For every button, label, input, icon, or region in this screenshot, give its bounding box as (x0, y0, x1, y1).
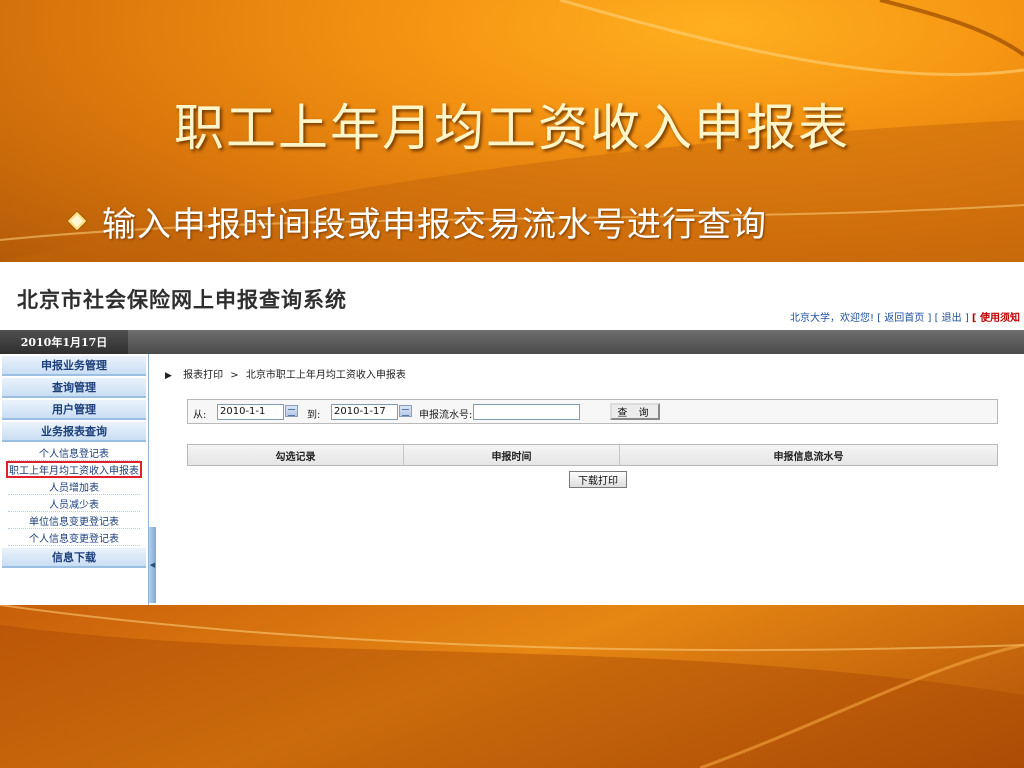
serial-label: 申报流水号: (419, 410, 473, 421)
main-content: ▶ 报表打印 > 北京市职工上年月均工资收入申报表 从: 2010-1-1 到:… (160, 354, 1024, 605)
date-display: 2010年1月17日 (0, 330, 128, 354)
sidebar-item-personal-change[interactable]: 个人信息变更登记表 (8, 529, 140, 546)
sidebar-item-personal-info[interactable]: 个人信息登记表 (8, 444, 140, 461)
sidebar: 申报业务管理 查询管理 用户管理 业务报表查询 个人信息登记表 职工上年月均工资… (0, 354, 149, 605)
sidebar-section-user[interactable]: 用户管理 (2, 400, 146, 420)
welcome-text: 北京大学，欢迎您! (790, 313, 875, 324)
decorative-swoosh-bottom (0, 605, 1024, 768)
slide-footer-background (0, 605, 1024, 768)
breadcrumb-separator: > (230, 370, 239, 381)
sidebar-section-download[interactable]: 信息下载 (2, 548, 146, 568)
filter-panel: 从: 2010-1-1 到: 2010-1-17 申报流水号: 查 询 (187, 399, 998, 424)
app-screenshot: 北京市社会保险网上申报查询系统 北京大学，欢迎您! [ 返回首页 ] [ 退出 … (0, 262, 1024, 605)
to-date-input[interactable]: 2010-1-17 (331, 404, 398, 420)
top-bar: 2010年1月17日 (0, 330, 1024, 354)
logout-link[interactable]: [ 退出 ] (935, 313, 969, 324)
chevron-left-icon: ◀ (149, 561, 156, 569)
app-logo: 北京市社会保险网上申报查询系统 (17, 288, 347, 312)
serial-number-input[interactable] (473, 404, 580, 420)
results-table-header: 勾选记录 申报时间 申报信息流水号 (187, 444, 998, 466)
app-header: 北京市社会保险网上申报查询系统 北京大学，欢迎您! [ 返回首页 ] [ 退出 … (0, 262, 1024, 330)
sidebar-item-wage-declaration[interactable]: 职工上年月均工资收入申报表 (6, 461, 142, 478)
usage-notice-link[interactable]: [ 使用须知 ] (972, 313, 1024, 324)
breadcrumb-arrow-icon: ▶ (165, 371, 172, 381)
from-calendar-icon[interactable] (285, 405, 298, 417)
to-calendar-icon[interactable] (399, 405, 412, 417)
slide-title: 职工上年月均工资收入申报表 (174, 99, 850, 157)
slide-bullet-text: 输入申报时间段或申报交易流水号进行查询 (102, 204, 767, 245)
column-header-time[interactable]: 申报时间 (404, 445, 620, 465)
from-label: 从: (193, 410, 207, 421)
slide-bullet-row: 输入申报时间段或申报交易流水号进行查询 (66, 196, 767, 246)
header-links: 北京大学，欢迎您! [ 返回首页 ] [ 退出 ] [ 使用须知 ] (790, 309, 1024, 324)
sidebar-item-unit-change[interactable]: 单位信息变更登记表 (8, 512, 140, 529)
column-header-select[interactable]: 勾选记录 (188, 445, 404, 465)
sidebar-item-staff-added[interactable]: 人员增加表 (8, 478, 140, 495)
breadcrumb-current: 北京市职工上年月均工资收入申报表 (245, 370, 406, 381)
sidebar-section-declaration[interactable]: 申报业务管理 (2, 356, 146, 376)
column-header-serial[interactable]: 申报信息流水号 (620, 445, 997, 465)
sidebar-section-query[interactable]: 查询管理 (2, 378, 146, 398)
bullet-diamond-icon (66, 210, 88, 232)
breadcrumb: ▶ 报表打印 > 北京市职工上年月均工资收入申报表 (165, 366, 406, 381)
home-link[interactable]: [ 返回首页 ] (877, 313, 931, 324)
sidebar-item-staff-removed[interactable]: 人员减少表 (8, 495, 140, 512)
sidebar-section-reports[interactable]: 业务报表查询 (2, 422, 146, 442)
slide-header-background: 职工上年月均工资收入申报表 输入申报时间段或申报交易流水号进行查询 (0, 0, 1024, 262)
download-print-button[interactable]: 下载打印 (569, 471, 627, 488)
to-label: 到: (307, 410, 321, 421)
query-button[interactable]: 查 询 (610, 403, 660, 420)
breadcrumb-root[interactable]: 报表打印 (183, 370, 223, 381)
from-date-input[interactable]: 2010-1-1 (217, 404, 284, 420)
sidebar-collapse-handle[interactable]: ◀ (149, 527, 156, 603)
